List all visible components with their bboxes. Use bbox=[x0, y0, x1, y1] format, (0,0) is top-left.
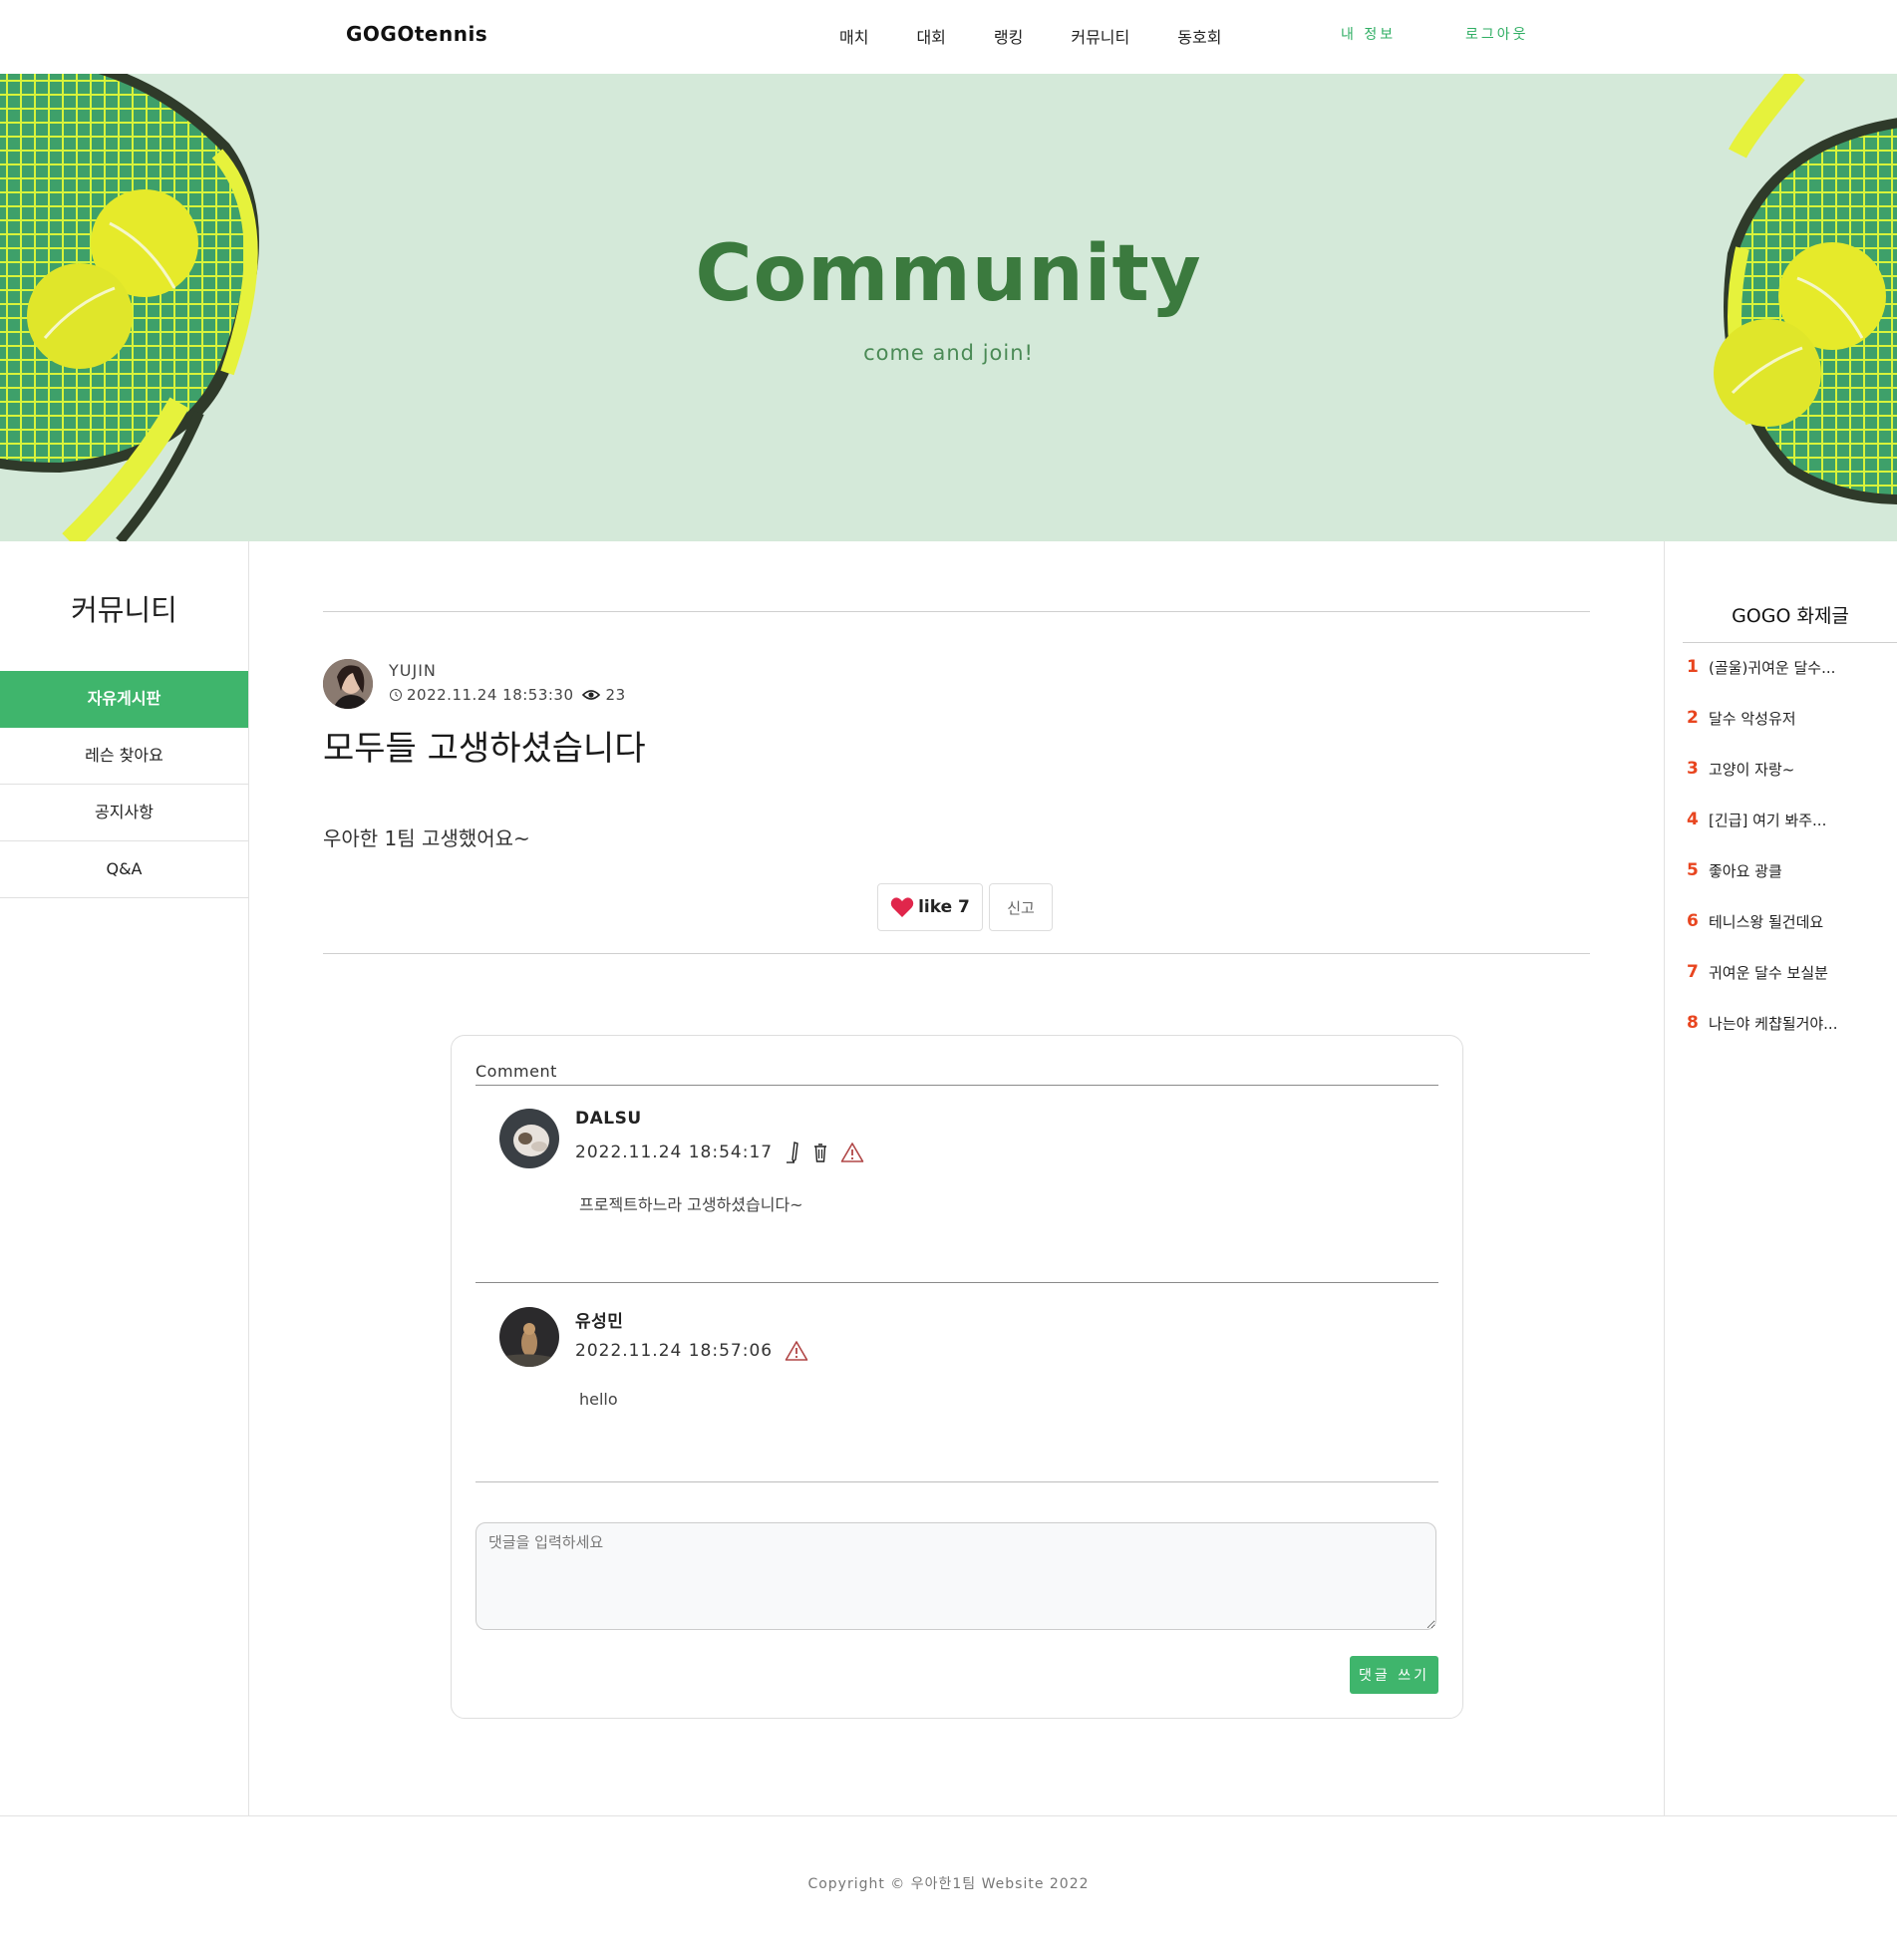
top-navbar: GOGOtennis 매치 대회 랭킹 커뮤니티 동호회 내 정보 로그아웃 bbox=[0, 0, 1897, 74]
nav-link-club[interactable]: 동호회 bbox=[1177, 24, 1221, 48]
hot-post-rank: 6 bbox=[1687, 911, 1699, 931]
report-button[interactable]: 신고 bbox=[989, 883, 1053, 931]
comment-meta: 2022.11.24 18:57:06 bbox=[575, 1340, 808, 1362]
sidebar-menu: 자유게시판 레슨 찾아요 공지사항 Q&A bbox=[0, 671, 248, 898]
clock-icon bbox=[390, 689, 402, 701]
hot-post-rank: 3 bbox=[1687, 759, 1699, 779]
comment-datetime: 2022.11.24 18:54:17 bbox=[575, 1143, 774, 1162]
nav-link-match[interactable]: 매치 bbox=[839, 24, 868, 48]
comment-author: 유성민 bbox=[575, 1312, 624, 1332]
hot-post-rank: 1 bbox=[1687, 657, 1699, 677]
divider bbox=[323, 953, 1590, 954]
comment-section: Comment DALSU 2022.11.24 18:54:17 프로젝트하느… bbox=[451, 1035, 1463, 1719]
sidebar-title: 커뮤니티 bbox=[71, 593, 177, 627]
trash-icon[interactable] bbox=[812, 1143, 828, 1162]
post-meta: 2022.11.24 18:53:30 23 bbox=[389, 686, 626, 704]
report-warning-icon[interactable] bbox=[840, 1142, 864, 1163]
hot-post-title: (골울)귀여운 달수... bbox=[1709, 659, 1836, 677]
avatar bbox=[499, 1307, 559, 1367]
hot-post-item[interactable]: 5 좋아요 광클 bbox=[1683, 860, 1897, 911]
comment-text: hello bbox=[579, 1390, 618, 1409]
hot-post-item[interactable]: 2 달수 악성유저 bbox=[1683, 708, 1897, 759]
post-view-count: 23 bbox=[605, 686, 626, 704]
like-button[interactable]: like 7 bbox=[877, 883, 983, 931]
hot-post-item[interactable]: 7 귀여운 달수 보실분 bbox=[1683, 962, 1897, 1013]
sidebar-item-free-board[interactable]: 자유게시판 bbox=[0, 671, 248, 728]
post-title: 모두들 고생하셨습니다 bbox=[323, 729, 646, 769]
commenter-photo bbox=[499, 1307, 559, 1367]
nav-logout[interactable]: 로그아웃 bbox=[1465, 24, 1529, 44]
comment-submit-button[interactable]: 댓글 쓰기 bbox=[1350, 1656, 1438, 1694]
hot-posts-title: GOGO 화제글 bbox=[1683, 601, 1897, 643]
comment-input[interactable] bbox=[475, 1522, 1436, 1630]
commenter-photo bbox=[499, 1109, 559, 1168]
hot-post-rank: 5 bbox=[1687, 860, 1699, 880]
hero-subtitle: come and join! bbox=[863, 341, 1034, 365]
divider bbox=[475, 1085, 1438, 1086]
divider bbox=[475, 1282, 1438, 1283]
post-author: YUJIN bbox=[389, 661, 437, 680]
hot-post-item[interactable]: 6 테니스왕 될건데요 bbox=[1683, 911, 1897, 962]
author-photo bbox=[323, 659, 373, 709]
hot-post-title: 귀여운 달수 보실분 bbox=[1709, 964, 1828, 982]
report-warning-icon[interactable] bbox=[785, 1340, 808, 1362]
hot-post-item[interactable]: 1 (골울)귀여운 달수... bbox=[1683, 657, 1897, 708]
post-datetime: 2022.11.24 18:53:30 bbox=[407, 686, 574, 704]
avatar bbox=[499, 1109, 559, 1168]
hot-post-title: 나는야 케챱될거야... bbox=[1709, 1015, 1838, 1033]
hot-post-item[interactable]: 8 나는야 케챱될거야... bbox=[1683, 1013, 1897, 1064]
hot-post-item[interactable]: 3 고양이 자랑~ bbox=[1683, 759, 1897, 810]
hero-banner: Community come and join! bbox=[0, 74, 1897, 541]
hot-post-title: 테니스왕 될건데요 bbox=[1709, 913, 1824, 931]
sidebar-item-lesson[interactable]: 레슨 찾아요 bbox=[0, 728, 248, 785]
community-sidebar: 커뮤니티 자유게시판 레슨 찾아요 공지사항 Q&A bbox=[0, 541, 249, 1815]
footer-divider bbox=[0, 1815, 1897, 1816]
divider bbox=[475, 1481, 1438, 1482]
heart-icon bbox=[890, 897, 914, 917]
hot-post-rank: 4 bbox=[1687, 810, 1699, 829]
hot-post-title: 달수 악성유저 bbox=[1709, 710, 1796, 728]
hot-post-item[interactable]: 4 [긴급] 여기 봐주... bbox=[1683, 810, 1897, 860]
comment-section-label: Comment bbox=[475, 1062, 557, 1081]
hot-post-rank: 7 bbox=[1687, 962, 1699, 982]
main-nav: 매치 대회 랭킹 커뮤니티 동호회 bbox=[839, 24, 1221, 48]
sidebar-item-notice[interactable]: 공지사항 bbox=[0, 785, 248, 841]
post-actions: like 7 신고 bbox=[877, 883, 1053, 931]
sidebar-item-qna[interactable]: Q&A bbox=[0, 841, 248, 898]
avatar bbox=[323, 659, 373, 709]
like-label: like 7 bbox=[918, 897, 970, 917]
hot-posts-sidebar: GOGO 화제글 1 (골울)귀여운 달수... 2 달수 악성유저 3 고양이 자랑… bbox=[1664, 541, 1897, 1815]
edit-icon[interactable] bbox=[785, 1142, 800, 1163]
divider bbox=[323, 611, 1590, 612]
post-body: 우아한 1팀 고생했어요~ bbox=[323, 826, 530, 850]
comment-meta: 2022.11.24 18:54:17 bbox=[575, 1142, 864, 1163]
hero-title: Community bbox=[695, 229, 1202, 319]
hot-post-title: 고양이 자랑~ bbox=[1709, 761, 1795, 779]
nav-link-tournament[interactable]: 대회 bbox=[916, 24, 945, 48]
eye-icon bbox=[581, 690, 600, 700]
hot-post-rank: 8 bbox=[1687, 1013, 1699, 1033]
hot-post-title: [긴급] 여기 봐주... bbox=[1709, 812, 1827, 829]
footer-copyright: Copyright © 우아한1팀 Website 2022 bbox=[807, 1876, 1090, 1892]
hot-post-rank: 2 bbox=[1687, 708, 1699, 728]
nav-link-ranking[interactable]: 랭킹 bbox=[994, 24, 1023, 48]
comment-text: 프로젝트하느라 고생하셨습니다~ bbox=[579, 1195, 803, 1214]
brand-logo[interactable]: GOGOtennis bbox=[346, 22, 487, 46]
hot-posts-list: 1 (골울)귀여운 달수... 2 달수 악성유저 3 고양이 자랑~ 4 [긴급] 여… bbox=[1683, 657, 1897, 1064]
comment-datetime: 2022.11.24 18:57:06 bbox=[575, 1341, 774, 1361]
nav-link-community[interactable]: 커뮤니티 bbox=[1071, 24, 1129, 48]
hot-post-title: 좋아요 광클 bbox=[1709, 862, 1782, 880]
nav-my-info[interactable]: 내 정보 bbox=[1341, 24, 1396, 44]
comment-author: DALSU bbox=[575, 1109, 642, 1129]
